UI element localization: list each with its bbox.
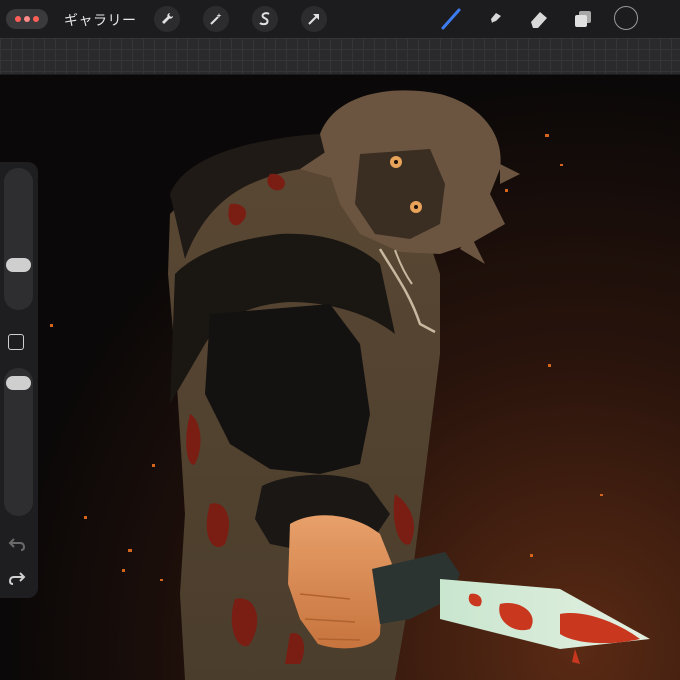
selection-s-icon [259,12,270,26]
reference-strip [0,38,680,75]
left-sidebar [0,162,38,598]
window-menu-button[interactable] [6,9,48,29]
drawing-canvas[interactable] [0,74,680,680]
arrow-cursor-icon [308,14,319,25]
smudge-icon [488,13,501,27]
redo-icon [8,572,26,585]
opacity-slider[interactable] [4,368,33,516]
modify-button[interactable] [8,334,24,350]
adjustments-button[interactable] [203,6,229,32]
illustration-artwork [50,90,650,680]
eraser-icon [531,12,547,28]
brush-icon [441,8,461,30]
gallery-button[interactable]: ギャラリー [64,10,137,30]
layers-button[interactable] [570,6,596,32]
procreate-app: ギャラリー [0,0,680,680]
magic-wand-icon [210,13,222,25]
transform-button[interactable] [301,6,327,32]
brush-size-slider[interactable] [4,168,33,310]
redo-button[interactable] [7,568,27,588]
brush-tool-button[interactable] [438,6,464,32]
undo-icon [8,538,26,551]
actions-button[interactable] [154,6,180,32]
opacity-thumb[interactable] [6,376,31,390]
smudge-tool-button[interactable] [482,6,508,32]
dot-icon [15,16,21,22]
selection-button[interactable] [252,6,278,32]
top-toolbar: ギャラリー [0,0,680,38]
brush-size-thumb[interactable] [6,258,31,272]
dot-icon [33,16,39,22]
layers-icon [575,11,591,27]
eraser-tool-button[interactable] [526,6,552,32]
dot-icon [24,16,30,22]
undo-button[interactable] [7,534,27,554]
color-picker-button[interactable] [614,6,638,30]
wrench-icon [162,13,173,24]
